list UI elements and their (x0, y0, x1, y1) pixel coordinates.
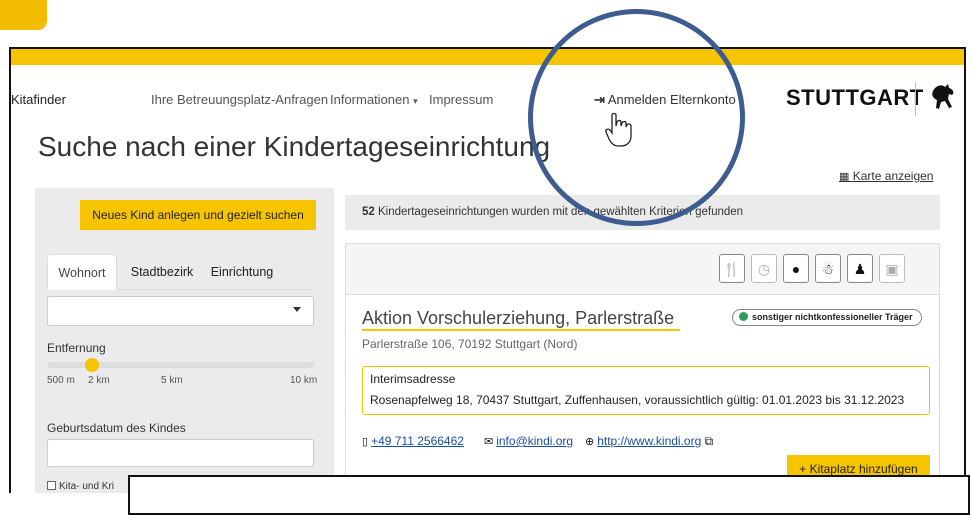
login-link[interactable]: ⇥ Anmelden Elternkonto (594, 92, 736, 108)
result-count: 52 (362, 206, 375, 218)
chevron-down-icon: ▾ (413, 96, 418, 106)
distance-tick: 2 km (88, 375, 110, 386)
facility-name-underline (362, 329, 680, 331)
page-title: Suche nach einer Kindertageseinrichtung (38, 131, 551, 162)
tab-wohnort[interactable]: Wohnort (47, 254, 117, 290)
distance-slider-handle[interactable] (85, 358, 99, 372)
nav-requests-link[interactable]: Ihre Betreuungsplatz-Anfragen (151, 92, 328, 107)
map-link-label: Karte anzeigen (852, 169, 934, 183)
website-link[interactable]: http://www.kindi.org (597, 434, 701, 448)
overlay-box (128, 475, 970, 515)
cutlery-icon[interactable]: 🍴 (719, 254, 745, 283)
clock-filled-icon[interactable]: ● (783, 254, 809, 283)
show-map-link[interactable]: ▦ Karte anzeigen (839, 169, 933, 183)
baby-icon[interactable]: ☃ (815, 254, 841, 283)
facility-name[interactable]: Aktion Vorschulerziehung, Parlerstraße (362, 308, 674, 329)
distance-tick: 10 km (290, 375, 318, 386)
brand-kitafinder[interactable]: Kitafinder (11, 92, 66, 107)
top-accent-bar (11, 49, 964, 65)
email-link[interactable]: info@kindi.org (496, 434, 573, 448)
phone-link[interactable]: +49 711 2566462 (371, 434, 464, 448)
birthdate-label: Geburtsdatum des Kindes (47, 421, 186, 435)
login-label: Anmelden Elternkonto (607, 92, 736, 107)
stuttgart-logo[interactable]: STUTTGART (786, 85, 924, 111)
clock-outline-icon[interactable]: ◷ (751, 254, 777, 283)
birthdate-input[interactable] (47, 439, 314, 467)
browser-frame: Kitafinder Ihre Betreuungsplatz-Anfragen… (9, 47, 966, 493)
facility-address: Parlerstraße 106, 70192 Stuttgart (Nord) (362, 337, 578, 351)
phone-contact[interactable]: ▯ +49 711 2566462 (362, 434, 464, 448)
provider-badge-label: sonstiger nichtkonfessioneller Träger (752, 312, 913, 322)
interim-address: Rosenapfelweg 18, 70437 Stuttgart, Zuffe… (370, 393, 905, 407)
interim-title: Interimsadresse (370, 372, 456, 386)
email-contact[interactable]: ✉ info@kindi.org (484, 434, 573, 448)
result-count-banner: 52 Kindertageseinrichtungen wurden mit d… (345, 195, 940, 230)
result-count-text: Kindertageseinrichtungen wurden mit den … (378, 206, 744, 218)
residence-select[interactable] (47, 296, 314, 326)
checkbox-box[interactable] (47, 481, 56, 490)
login-icon: ⇥ (594, 92, 605, 107)
new-child-button[interactable]: Neues Kind anlegen und gezielt suchen (80, 200, 316, 230)
stuttgart-horse-icon (932, 84, 954, 109)
person-board-icon[interactable]: ▣ (879, 254, 905, 283)
nav-info-dropdown[interactable]: Informationen ▾ (330, 92, 418, 107)
distance-tick: 5 km (161, 375, 183, 386)
distance-tick: 500 m (47, 375, 75, 386)
website-contact[interactable]: ⊕ http://www.kindi.org ⧉ (585, 434, 713, 449)
kita-checkbox[interactable]: Kita- und Kri (47, 481, 114, 492)
external-link-icon: ⧉ (704, 434, 714, 448)
phone-icon: ▯ (362, 436, 369, 448)
logo-divider (915, 82, 916, 116)
corner-tab (0, 0, 47, 30)
tab-stadtbezirk[interactable]: Stadtbezirk (125, 254, 199, 290)
kita-checkbox-label: Kita- und Kri (59, 481, 115, 492)
hand-cursor-icon (605, 112, 632, 147)
envelope-icon: ✉ (484, 436, 494, 448)
child-icon[interactable]: ♟ (847, 254, 873, 283)
caret-down-icon (293, 307, 301, 312)
tab-einrichtung[interactable]: Einrichtung (207, 254, 277, 290)
globe-icon: ⊕ (585, 436, 595, 448)
status-dot-icon (739, 312, 748, 321)
provider-badge: sonstiger nichtkonfessioneller Träger (732, 309, 922, 326)
distance-label: Entfernung (47, 341, 106, 355)
nav-info-label: Informationen (330, 92, 410, 107)
map-icon: ▦ (839, 171, 850, 183)
nav-imprint-link[interactable]: Impressum (429, 92, 493, 107)
